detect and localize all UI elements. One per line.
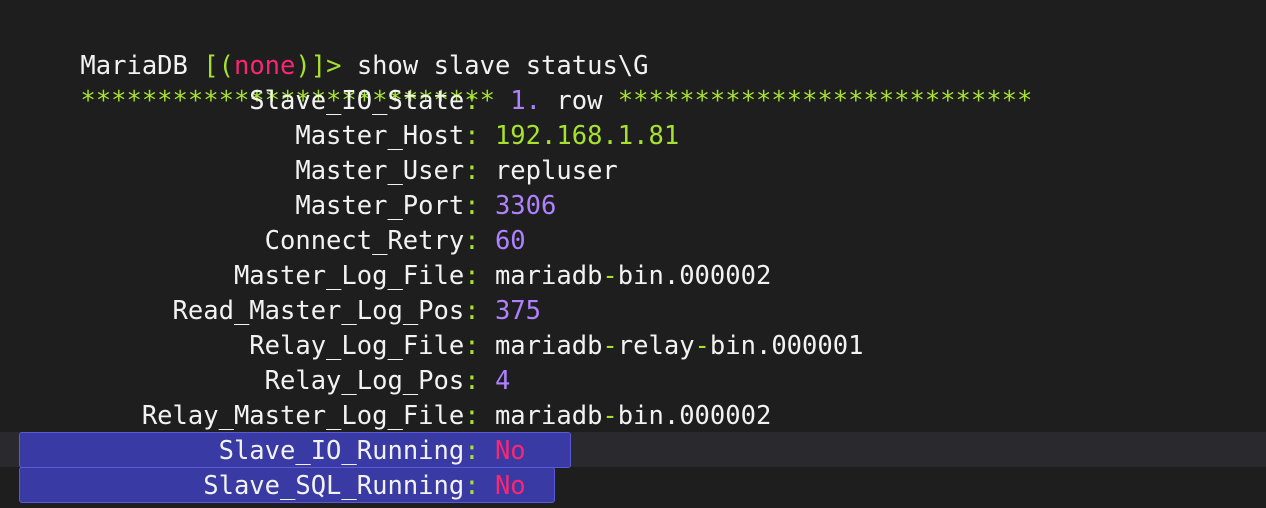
field-value-part: mariadb (494, 401, 603, 431)
field-row-connect-retry: Connect_Retry: 60 (19, 224, 526, 259)
field-value-part: bin.000002 (617, 261, 772, 291)
field-value-status: No (494, 471, 526, 501)
field-key: Master_Host (295, 121, 465, 151)
field-value-dash: - (602, 261, 618, 291)
field-key: Relay_Log_Pos (264, 366, 465, 396)
field-pad (19, 296, 173, 326)
field-colon: : (464, 191, 495, 221)
field-pad (19, 366, 265, 396)
field-value: 4 (494, 366, 511, 396)
field-row-master-host: Master_Host: 192.168.1.81 (19, 119, 679, 154)
field-colon: : (464, 296, 495, 326)
field-key: Master_User (295, 156, 465, 186)
field-row-relay-master-log-file: Relay_Master_Log_File: mariadb-bin.00000… (19, 399, 771, 434)
field-colon: : (464, 261, 495, 291)
field-value-dash: - (602, 401, 618, 431)
field-colon: : (464, 436, 495, 466)
field-colon: : (464, 121, 495, 151)
field-value-part: mariadb (494, 331, 603, 361)
prompt-line: MariaDB [(none)]> show slave status\G (19, 14, 648, 81)
field-pad (19, 86, 249, 116)
field-key: Master_Port (295, 191, 465, 221)
field-pad (19, 121, 295, 151)
field-colon: : (464, 226, 495, 256)
field-value-part: relay (617, 331, 695, 361)
field-row-relay-log-file: Relay_Log_File: mariadb-relay-bin.000001 (19, 329, 863, 364)
row-header-stars-right: *************************** (617, 86, 1033, 116)
field-colon: : (464, 366, 495, 396)
field-value: repluser (494, 156, 618, 186)
row-number: 1. (510, 86, 542, 116)
field-key: Slave_IO_Running (218, 436, 465, 466)
field-value: 3306 (494, 191, 557, 221)
field-key: Relay_Log_File (249, 331, 465, 361)
field-row-slave-sql-running: Slave_SQL_Running: No (19, 469, 526, 504)
field-key: Slave_SQL_Running (203, 471, 465, 501)
field-value: 60 (494, 226, 526, 256)
field-key: Read_Master_Log_Pos (172, 296, 465, 326)
field-row-master-log-file: Master_Log_File: mariadb-bin.000002 (19, 259, 771, 294)
field-value: 375 (494, 296, 542, 326)
field-key: Connect_Retry (264, 226, 465, 256)
field-row-relay-log-pos: Relay_Log_Pos: 4 (19, 364, 511, 399)
field-value-dash: - (602, 331, 618, 361)
row-header: *************************** 1. row *****… (19, 49, 1032, 116)
field-row-slave-io-state: Slave_IO_State: (19, 84, 495, 119)
field-colon: : (464, 331, 495, 361)
field-pad (19, 226, 265, 256)
field-pad (19, 436, 219, 466)
field-value-part: bin.000002 (617, 401, 772, 431)
field-pad (19, 471, 203, 501)
field-colon: : (464, 401, 495, 431)
field-row-master-port: Master_Port: 3306 (19, 189, 556, 224)
field-colon: : (464, 156, 495, 186)
field-value-part: bin.000001 (709, 331, 864, 361)
field-value-dash: - (694, 331, 710, 361)
field-pad (19, 156, 295, 186)
field-key: Relay_Master_Log_File (141, 401, 465, 431)
field-colon: : (464, 86, 495, 116)
field-value-part: mariadb (494, 261, 603, 291)
field-key: Slave_IO_State (249, 86, 465, 116)
field-pad (19, 261, 234, 291)
field-row-master-user: Master_User: repluser (19, 154, 618, 189)
field-pad (19, 401, 142, 431)
field-value: 192.168.1.81 (494, 121, 680, 151)
field-row-slave-io-running: Slave_IO_Running: No (19, 434, 526, 469)
field-pad (19, 191, 295, 221)
field-key: Master_Log_File (233, 261, 465, 291)
field-row-read-master-log-pos: Read_Master_Log_Pos: 375 (19, 294, 541, 329)
field-colon: : (464, 471, 495, 501)
field-value-status: No (494, 436, 526, 466)
row-word: row (541, 86, 618, 116)
field-pad (19, 331, 249, 361)
